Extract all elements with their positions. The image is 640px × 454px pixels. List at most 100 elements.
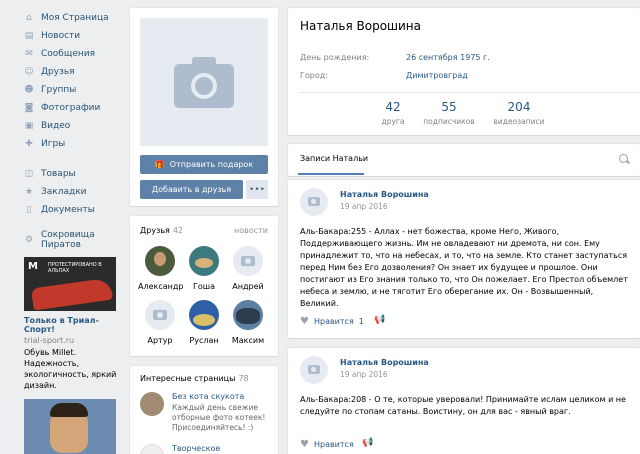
nav-label: Новости (41, 31, 81, 41)
ad-image[interactable]: M ПРОТЕСТИРОВАНО В АЛЬПАХ (24, 257, 116, 311)
nav-video[interactable]: ▣ Видео (0, 117, 128, 135)
friend-item[interactable]: Александр (138, 246, 184, 291)
page-title[interactable]: Творческое (172, 444, 220, 453)
nav-friends[interactable]: ☺ Друзья (0, 63, 128, 81)
ad-title[interactable]: Только в Триал-Спорт! (24, 316, 120, 334)
post-author-avatar[interactable] (300, 356, 328, 384)
divider (300, 92, 640, 93)
nav-news[interactable]: ▤ Новости (0, 27, 128, 45)
birthday-value[interactable]: 26 сентября 1975 г. (406, 53, 490, 62)
home-icon: ⌂ (26, 13, 32, 23)
friend-item[interactable]: Руслан (182, 300, 226, 345)
post-author[interactable]: Наталья Ворошина (340, 358, 429, 367)
counter-videos[interactable]: 204 видеозаписи (484, 100, 554, 126)
nav-divider (0, 153, 128, 165)
send-gift-label: Отправить подарок (169, 160, 254, 169)
nav-label: Сокровища Пиратов (41, 230, 95, 250)
page-avatar (140, 444, 164, 454)
tab-wall-posts[interactable]: Записи Натальи (300, 154, 368, 163)
nav-label: Товары (41, 169, 76, 179)
friend-item[interactable]: Андрей (226, 246, 270, 291)
profile-avatar-placeholder[interactable] (140, 18, 268, 146)
nav-documents[interactable]: ▯ Документы (0, 201, 128, 219)
nav-label: Видео (41, 121, 71, 131)
friend-item[interactable]: Гоша (182, 246, 226, 291)
search-icon[interactable] (618, 153, 630, 165)
share-icon[interactable]: 📢 (374, 315, 385, 325)
interesting-pages-header[interactable]: Интересные страницы 78 (140, 374, 249, 383)
friends-count: 42 (172, 226, 184, 235)
nav-label: Группы (41, 85, 77, 95)
nav-label: Фотографии (41, 103, 101, 113)
tab-active-indicator (298, 173, 364, 175)
post-date[interactable]: 19 апр 2016 (340, 370, 388, 379)
nav-label: Игры (41, 139, 66, 149)
nav-groups[interactable]: ☻ Группы (0, 81, 128, 99)
post-text: Аль-Бакара:208 - О те, которые уверовали… (300, 395, 626, 416)
nav-bookmarks[interactable]: ★ Закладки (0, 183, 128, 201)
nav-label: Закладки (41, 187, 87, 197)
friend-avatar (189, 246, 219, 276)
post-author[interactable]: Наталья Ворошина (340, 190, 429, 199)
friend-avatar (233, 300, 263, 330)
heart-icon: ♥ (300, 316, 309, 327)
friend-avatar (145, 246, 175, 276)
camera-icon (308, 365, 320, 374)
nav-my-page[interactable]: ⌂ Моя Страница (0, 9, 128, 27)
page-title[interactable]: Без кота скукота (172, 392, 244, 401)
person-hair (50, 403, 88, 417)
interesting-pages-title: Интересные страницы (140, 374, 236, 383)
counter-label: подписчиков (423, 117, 475, 126)
city-value[interactable]: Димитровград (406, 71, 468, 80)
friend-name: Максим (231, 336, 265, 345)
camera-icon (153, 310, 167, 320)
post-author-avatar[interactable] (300, 188, 328, 216)
friends-news-link[interactable]: новости (234, 226, 268, 235)
profile-name: Наталья Ворошина (300, 19, 422, 33)
ad-image-person[interactable] (24, 399, 116, 454)
nav-app-pirates[interactable]: ⚙ Сокровища Пиратов (0, 230, 128, 250)
friends-header[interactable]: Друзья 42 (140, 226, 183, 235)
page-description: Каждый день свежие отборные фото котеек!… (172, 403, 266, 432)
groups-icon: ☻ (24, 85, 34, 95)
friend-avatar (189, 300, 219, 330)
interesting-pages-count: 78 (238, 374, 249, 383)
like-label: Нравится (313, 317, 354, 326)
city-label: Город: (300, 71, 328, 80)
post-date[interactable]: 19 апр 2016 (340, 202, 388, 211)
counter-label: видеозаписи (493, 117, 545, 126)
add-friend-button[interactable]: Добавить в друзья (140, 180, 243, 199)
camera-icon (174, 57, 234, 108)
nav-label: Моя Страница (41, 13, 109, 23)
video-icon: ▣ (24, 121, 34, 131)
friend-name: Руслан (189, 336, 219, 345)
friend-name: Александр (138, 282, 184, 291)
like-label: Нравится (313, 440, 354, 449)
friends-card: Друзья 42 новости Александр Гоша Андрей А… (130, 216, 278, 356)
like-button[interactable]: ♥ Нравится (300, 439, 354, 450)
friend-name: Артур (147, 336, 173, 345)
share-icon[interactable]: 📢 (362, 438, 373, 448)
nav-label: Сообщения (41, 49, 96, 59)
more-actions-button[interactable]: ••• (246, 180, 268, 199)
ad-description: Обувь Millet. Надежность, экологичность,… (24, 348, 117, 390)
friend-item[interactable]: Максим (226, 300, 270, 345)
messages-icon: ✉ (25, 49, 33, 59)
left-navigation: ⌂ Моя Страница ▤ Новости ✉ Сообщения ☺ Друзь… (0, 0, 128, 250)
documents-icon: ▯ (26, 205, 32, 215)
friends-title: Друзья (140, 226, 170, 235)
wall-header: Записи Натальи (288, 144, 640, 176)
advertisement[interactable]: M ПРОТЕСТИРОВАНО В АЛЬПАХ Только в Триал… (24, 257, 120, 454)
friends-icon: ☺ (24, 67, 34, 77)
friend-item[interactable]: Артур (138, 300, 182, 345)
send-gift-button[interactable]: 🎁 Отправить подарок (140, 155, 268, 174)
friend-name: Андрей (232, 282, 264, 291)
nav-photos[interactable]: ◙ Фотографии (0, 99, 128, 117)
counter-followers[interactable]: 55 подписчиков (414, 100, 484, 126)
like-button[interactable]: ♥ Нравится 1 (300, 316, 364, 327)
nav-goods[interactable]: ◫ Товары (0, 165, 128, 183)
nav-games[interactable]: ✚ Игры (0, 135, 128, 153)
nav-messages[interactable]: ✉ Сообщения (0, 45, 128, 63)
wall-post: Наталья Ворошина 19 апр 2016 Аль-Бакара:… (288, 180, 640, 338)
photos-icon: ◙ (24, 103, 34, 113)
